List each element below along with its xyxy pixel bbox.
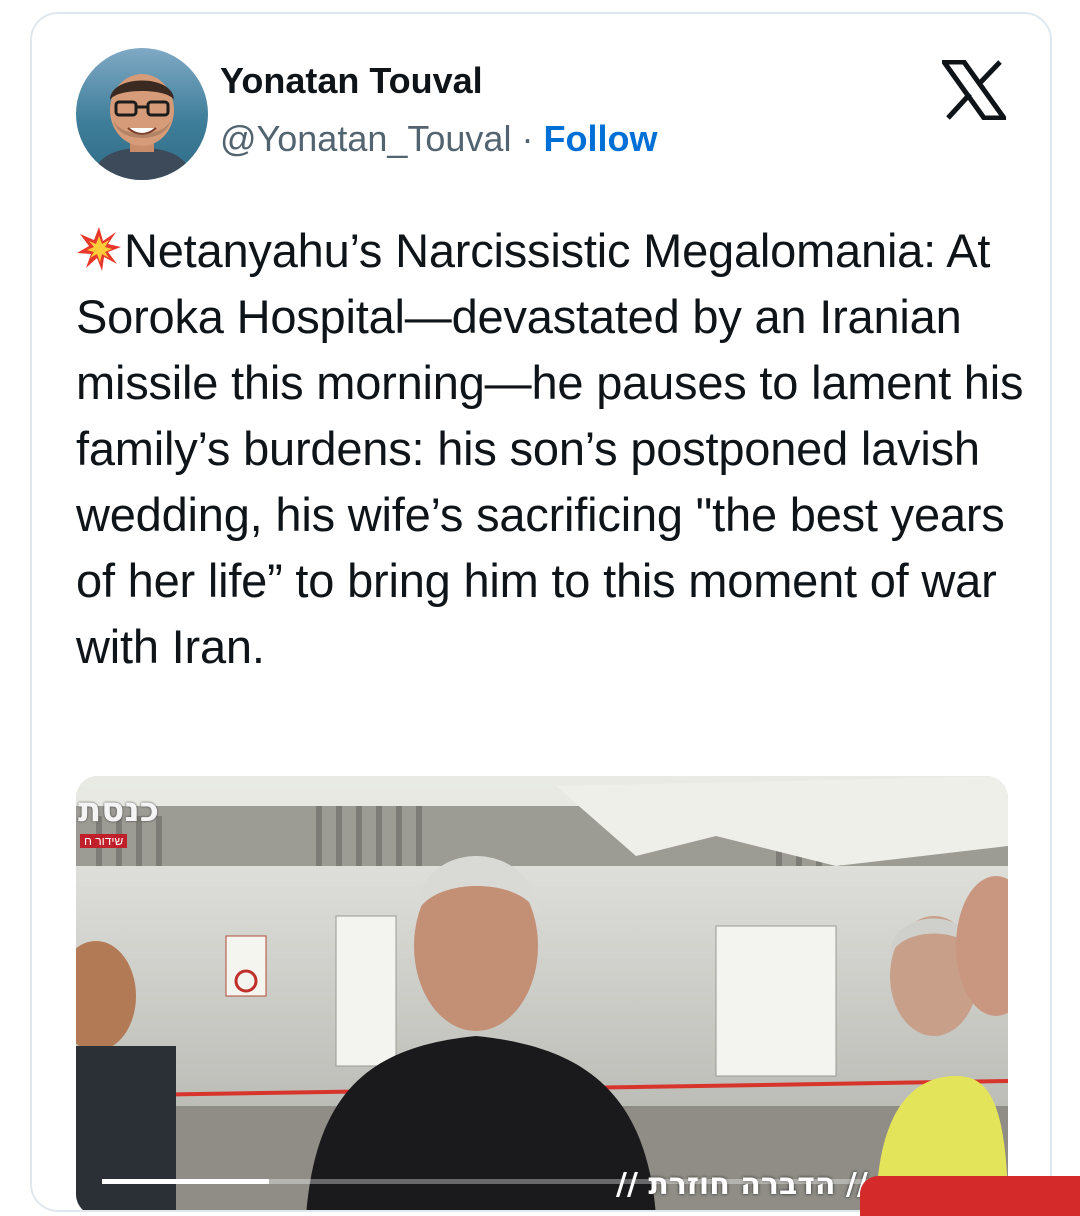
corner-badge (860, 1176, 1080, 1216)
tweet-body: Netanyahu’s Narcissistic Megalomania: At… (76, 224, 1024, 673)
channel-logo: כנסת (78, 790, 159, 830)
channel-sub-label: שידור ח (80, 834, 128, 848)
collision-burst-icon (76, 223, 122, 271)
tweet-card[interactable]: Yonatan Touval @Yonatan_Touval · Follow … (30, 12, 1052, 1212)
author-name[interactable]: Yonatan Touval (220, 60, 483, 102)
avatar[interactable] (76, 48, 208, 180)
follow-button[interactable]: Follow (543, 118, 657, 159)
author-handle-row: @Yonatan_Touval · Follow (220, 118, 657, 160)
video-frame (76, 776, 1008, 1210)
video-progress-bar[interactable] (102, 1179, 982, 1184)
video-player[interactable]: כנסת שידור ח // הדברה חוזרת // (76, 776, 1008, 1210)
video-caption: // הדברה חוזרת // (616, 1167, 868, 1202)
author-handle[interactable]: @Yonatan_Touval (220, 118, 511, 159)
video-progress-fill (102, 1179, 270, 1184)
x-logo-icon[interactable] (939, 59, 1009, 121)
tweet-text: Netanyahu’s Narcissistic Megalomania: At… (76, 218, 1026, 680)
profile-photo (76, 48, 208, 180)
separator-dot: · (521, 118, 534, 159)
